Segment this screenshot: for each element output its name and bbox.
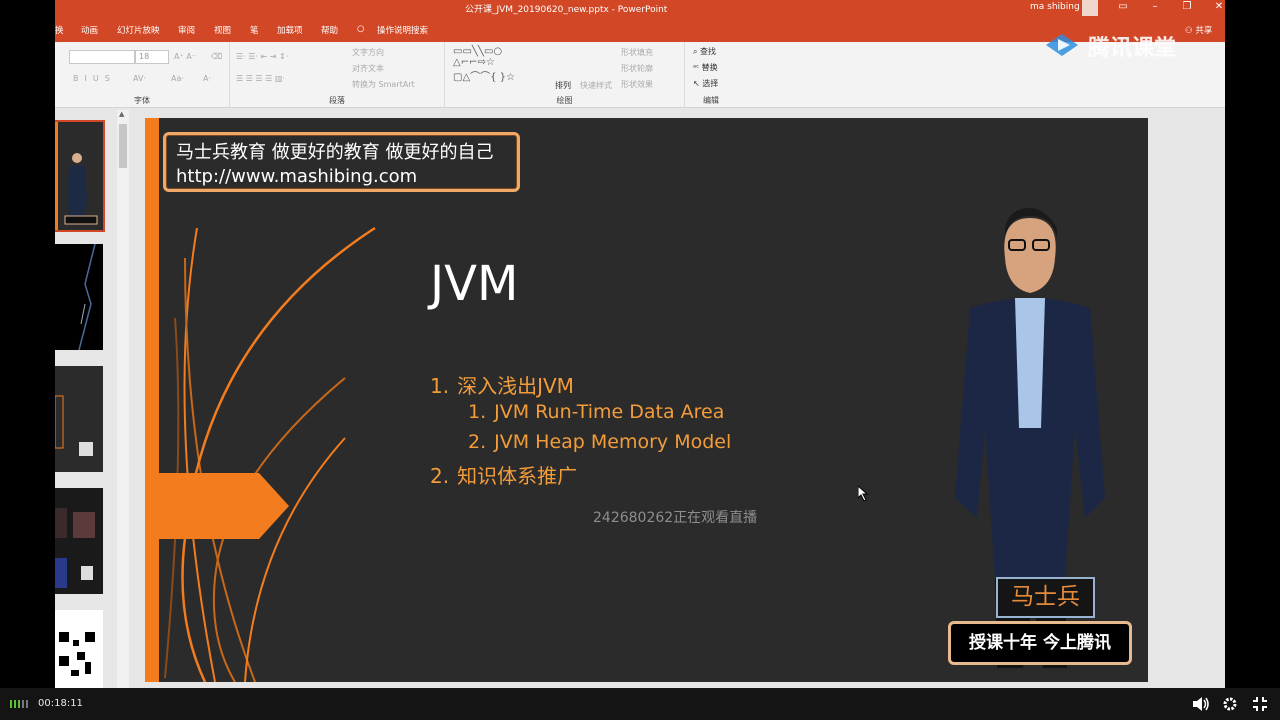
lightbulb-icon: ○ bbox=[357, 24, 365, 34]
font-color-icon[interactable]: A· bbox=[203, 74, 211, 83]
shapes-gallery[interactable]: ▭▭╲╲▭○ △⌐⌐⇨☆ ▢△⌒⌒{ }☆ bbox=[453, 46, 515, 83]
brand-url: http://www.mashibing.com bbox=[176, 166, 418, 187]
spacing-icon[interactable]: AV· bbox=[133, 74, 146, 83]
bullets-icon[interactable]: ☰· ☰· ⇤ ⇥ ↕· bbox=[236, 52, 288, 61]
font-size-value: 18 bbox=[139, 52, 150, 61]
video-player-controls: 00:18:11 bbox=[0, 688, 1280, 720]
paragraph-group-label: 段落 bbox=[329, 96, 345, 105]
volume-icon[interactable] bbox=[1192, 696, 1210, 712]
share-button[interactable]: ⚇ 共享 bbox=[1185, 24, 1212, 36]
brand-banner: 马士兵教育 做更好的教育 做更好的自己 http://www.mashibing… bbox=[163, 132, 520, 192]
quick-styles-button[interactable]: 快速样式 bbox=[580, 80, 612, 91]
tell-me-search[interactable]: 操作说明搜索 bbox=[377, 24, 428, 36]
tab-transitions[interactable]: 换 bbox=[55, 24, 64, 36]
agenda-subitem: 1. JVM Run-Time Data Area bbox=[468, 401, 725, 423]
thumbnail-lightning-icon bbox=[78, 244, 96, 350]
cursor-icon: ↖ bbox=[693, 79, 703, 88]
presenter-tagline: 授课十年 今上腾讯 bbox=[948, 621, 1132, 665]
thumbnail-slide-2[interactable] bbox=[55, 244, 103, 350]
drawing-group-label: 绘图 bbox=[556, 96, 573, 105]
tab-slideshow[interactable]: 幻灯片放映 bbox=[117, 24, 160, 36]
thumbnails-scrollbar[interactable]: ▲ bbox=[117, 110, 129, 688]
decorative-swooshes bbox=[164, 226, 376, 682]
thumbnail-photos-icon bbox=[55, 508, 95, 588]
font-size-select[interactable]: 18 bbox=[135, 50, 169, 64]
text-format-icons[interactable]: BIUS bbox=[73, 74, 116, 83]
replace-button[interactable]: ᵃᶜ 替换 bbox=[693, 62, 718, 73]
search-icon: ⌕ bbox=[693, 47, 701, 56]
shape-effects-button[interactable]: 形状效果 bbox=[621, 79, 653, 90]
live-signal-icon bbox=[10, 700, 28, 708]
avatar[interactable] bbox=[1082, 0, 1098, 16]
slide-title: JVM bbox=[430, 256, 519, 312]
clear-format-icon[interactable]: ⌫ bbox=[211, 52, 222, 61]
editing-group: ⌕ 查找 ᵃᶜ 替换 ↖ 选择 编辑 bbox=[685, 42, 737, 108]
viewer-count: 242680262正在观看直播 bbox=[593, 510, 758, 526]
fullscreen-exit-icon[interactable] bbox=[1252, 696, 1268, 712]
orange-arrow-shape bbox=[159, 473, 289, 539]
title-bar: 公开课_JVM_20190620_new.pptx - PowerPoint m… bbox=[55, 0, 1225, 18]
font-name-select[interactable] bbox=[69, 50, 135, 64]
tab-draw[interactable]: 笔 bbox=[250, 24, 259, 36]
case-icon[interactable]: Aa· bbox=[171, 74, 184, 83]
ribbon-display-icon[interactable]: ▭ bbox=[1113, 1, 1133, 12]
agenda-subitem: 2. JVM Heap Memory Model bbox=[468, 431, 732, 453]
playback-time: 00:18:11 bbox=[38, 698, 83, 709]
thumbnail-qrcode-icon bbox=[55, 395, 93, 456]
scrollbar-thumb[interactable] bbox=[119, 124, 127, 168]
shape-fill-button[interactable]: 形状填充 bbox=[621, 47, 653, 58]
align-text-button[interactable]: 对齐文本 bbox=[352, 63, 384, 74]
thumbnail-slide-3[interactable] bbox=[55, 366, 103, 472]
tab-help[interactable]: 帮助 bbox=[321, 24, 338, 36]
thumbnail-qrcode-icon bbox=[57, 630, 97, 686]
slide-canvas[interactable]: 马士兵教育 做更好的教育 做更好的自己 http://www.mashibing… bbox=[145, 118, 1148, 682]
person-icon: ⚇ bbox=[1185, 26, 1193, 36]
select-button[interactable]: ↖ 选择 bbox=[693, 78, 718, 89]
smartart-button[interactable]: 转换为 SmartArt bbox=[352, 79, 415, 90]
brand-slogan: 马士兵教育 做更好的教育 做更好的自己 bbox=[176, 142, 494, 163]
window-title: 公开课_JVM_20190620_new.pptx - PowerPoint bbox=[465, 5, 668, 15]
minimize-icon[interactable]: – bbox=[1145, 1, 1165, 12]
tab-addins[interactable]: 加载项 bbox=[277, 24, 303, 36]
thumbnail-slide-1[interactable] bbox=[55, 120, 105, 232]
agenda-item: 1. 深入浅出JVM bbox=[430, 374, 574, 398]
tab-view[interactable]: 视图 bbox=[214, 24, 231, 36]
agenda-item: 2. 知识体系推广 bbox=[430, 464, 578, 488]
share-label: 共享 bbox=[1195, 26, 1213, 36]
watermark-text: 腾讯课堂 bbox=[1088, 36, 1177, 61]
paragraph-group: ☰· ☰· ⇤ ⇥ ↕· ☰ ☰ ☰ ☰ ▥· 文字方向 对齐文本 转换为 Sm… bbox=[230, 42, 445, 108]
replace-icon: ᵃᶜ bbox=[693, 63, 702, 72]
arrange-button[interactable]: 排列 bbox=[555, 80, 571, 91]
settings-gear-icon[interactable] bbox=[1222, 696, 1238, 712]
shape-outline-button[interactable]: 形状轮廓 bbox=[621, 63, 653, 74]
close-icon[interactable]: ✕ bbox=[1209, 1, 1225, 12]
presenter-name: 马士兵 bbox=[996, 577, 1095, 618]
font-group: 18 A⁺ A⁻ ⌫ BIUS AV· Aa· A· 字体 bbox=[55, 42, 230, 108]
restore-icon[interactable]: ❐ bbox=[1177, 1, 1197, 12]
thumbnail-person-icon bbox=[55, 122, 98, 230]
drawing-group: ▭▭╲╲▭○ △⌐⌐⇨☆ ▢△⌒⌒{ }☆ 排列 快速样式 形状填充 形状轮廓 形状… bbox=[445, 42, 685, 108]
thumbnail-slide-5[interactable] bbox=[55, 610, 103, 688]
user-name[interactable]: ma shibing bbox=[1030, 2, 1080, 12]
grow-font-icon[interactable]: A⁺ A⁻ bbox=[174, 52, 196, 61]
tab-animations[interactable]: 动画 bbox=[81, 24, 98, 36]
find-button[interactable]: ⌕ 查找 bbox=[693, 46, 716, 57]
font-group-label: 字体 bbox=[134, 96, 150, 105]
scroll-up-icon[interactable]: ▲ bbox=[119, 110, 124, 118]
screen: 公开课_JVM_20190620_new.pptx - PowerPoint m… bbox=[0, 0, 1280, 720]
thumbnail-slide-4[interactable] bbox=[55, 488, 103, 594]
play-logo-icon bbox=[1046, 34, 1078, 56]
mouse-cursor-icon bbox=[858, 486, 869, 502]
text-direction-button[interactable]: 文字方向 bbox=[352, 47, 384, 58]
tab-review[interactable]: 审阅 bbox=[178, 24, 195, 36]
align-icons[interactable]: ☰ ☰ ☰ ☰ ▥· bbox=[236, 74, 285, 83]
editing-group-label: 编辑 bbox=[703, 96, 719, 105]
